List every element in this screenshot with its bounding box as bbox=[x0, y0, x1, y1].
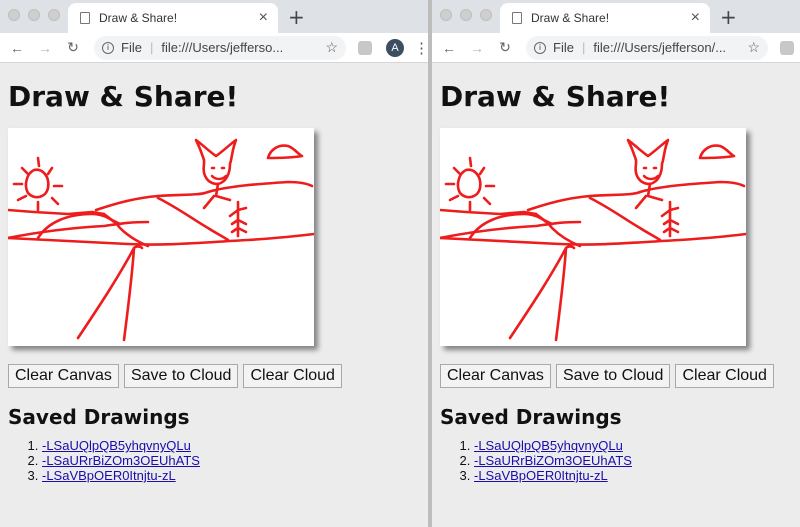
page-title: Draw & Share! bbox=[8, 80, 239, 113]
address-separator: | bbox=[149, 40, 154, 55]
extension-icon[interactable] bbox=[780, 40, 794, 55]
close-icon[interactable]: × bbox=[691, 10, 700, 26]
saved-drawing-link[interactable]: -LSaURrBiZOm3OEUhATS bbox=[474, 453, 632, 468]
tab-draw-share[interactable]: Draw & Share! × bbox=[68, 3, 278, 33]
browser-window-left: Draw & Share! × + ← → ↻ i File | file://… bbox=[0, 0, 428, 527]
list-item: -LSaUQlpQB5yhqvnyQLu bbox=[42, 438, 428, 453]
address-bar[interactable]: i File | file:///Users/jefferso... ☆ bbox=[94, 35, 346, 60]
list-item: -LSaURrBiZOm3OEUhATS bbox=[42, 453, 428, 468]
saved-drawings-heading: Saved Drawings bbox=[440, 405, 622, 429]
list-item: -LSaURrBiZOm3OEUhATS bbox=[474, 453, 800, 468]
browser-toolbar: ← → ↻ i File | file:///Users/jefferson/.… bbox=[432, 33, 800, 63]
drawing-canvas[interactable] bbox=[440, 128, 746, 346]
star-icon[interactable]: ☆ bbox=[739, 39, 760, 56]
close-window-button[interactable] bbox=[440, 9, 452, 21]
list-item: -LSaUQlpQB5yhqvnyQLu bbox=[474, 438, 800, 453]
star-icon[interactable]: ☆ bbox=[317, 39, 338, 56]
tab-draw-share[interactable]: Draw & Share! × bbox=[500, 3, 710, 33]
address-separator: | bbox=[581, 40, 586, 55]
clear-cloud-button[interactable]: Clear Cloud bbox=[675, 364, 774, 388]
saved-drawing-link[interactable]: -LSaUQlpQB5yhqvnyQLu bbox=[42, 438, 191, 453]
list-item: -LSaVBpOER0Itnjtu-zL bbox=[474, 468, 800, 483]
page-title: Draw & Share! bbox=[440, 80, 671, 113]
address-bar[interactable]: i File | file:///Users/jefferson/... ☆ bbox=[526, 35, 768, 60]
close-window-button[interactable] bbox=[8, 9, 20, 21]
browser-window-right: Draw & Share! × + ← → ↻ i File | file://… bbox=[432, 0, 800, 527]
close-icon[interactable]: × bbox=[259, 10, 268, 26]
address-url: file:///Users/jefferso... bbox=[161, 40, 284, 55]
drawing-sketch bbox=[440, 138, 746, 342]
zoom-window-button[interactable] bbox=[480, 9, 492, 21]
extension-icon[interactable] bbox=[358, 40, 372, 55]
saved-drawings-heading: Saved Drawings bbox=[8, 405, 190, 429]
document-icon bbox=[80, 12, 90, 24]
info-icon[interactable]: i bbox=[102, 41, 114, 54]
list-item: -LSaVBpOER0Itnjtu-zL bbox=[42, 468, 428, 483]
plus-icon[interactable]: + bbox=[288, 5, 305, 29]
clear-canvas-button[interactable]: Clear Canvas bbox=[8, 364, 119, 388]
clear-canvas-button[interactable]: Clear Canvas bbox=[440, 364, 551, 388]
kebab-menu-icon[interactable]: ⋮ bbox=[414, 39, 428, 57]
window-controls bbox=[440, 9, 492, 21]
plus-icon[interactable]: + bbox=[720, 5, 737, 29]
tab-strip: Draw & Share! × + bbox=[0, 0, 428, 33]
browser-toolbar: ← → ↻ i File | file:///Users/jefferso...… bbox=[0, 33, 428, 63]
page-content: Draw & Share! Clear Canvas Save to Cloud… bbox=[432, 63, 800, 483]
saved-drawing-link[interactable]: -LSaURrBiZOm3OEUhATS bbox=[42, 453, 200, 468]
saved-drawings-list: -LSaUQlpQB5yhqvnyQLu -LSaURrBiZOm3OEUhAT… bbox=[8, 438, 428, 483]
saved-drawing-link[interactable]: -LSaVBpOER0Itnjtu-zL bbox=[474, 468, 608, 483]
saved-drawing-link[interactable]: -LSaUQlpQB5yhqvnyQLu bbox=[474, 438, 623, 453]
address-scheme: File bbox=[553, 40, 574, 55]
reload-icon[interactable]: ↻ bbox=[494, 39, 516, 56]
arrow-right-icon[interactable]: → bbox=[466, 40, 488, 56]
drawing-canvas[interactable] bbox=[8, 128, 314, 346]
address-scheme: File bbox=[121, 40, 142, 55]
clear-cloud-button[interactable]: Clear Cloud bbox=[243, 364, 342, 388]
drawing-sketch bbox=[8, 138, 314, 342]
window-controls bbox=[8, 9, 60, 21]
arrow-left-icon[interactable]: ← bbox=[6, 40, 28, 56]
saved-drawing-link[interactable]: -LSaVBpOER0Itnjtu-zL bbox=[42, 468, 176, 483]
profile-avatar[interactable]: A bbox=[386, 38, 404, 57]
zoom-window-button[interactable] bbox=[48, 9, 60, 21]
action-buttons: Clear Canvas Save to Cloud Clear Cloud bbox=[8, 364, 428, 388]
save-to-cloud-button[interactable]: Save to Cloud bbox=[123, 364, 239, 388]
tab-title: Draw & Share! bbox=[531, 11, 610, 25]
action-buttons: Clear Canvas Save to Cloud Clear Cloud bbox=[440, 364, 800, 388]
arrow-left-icon[interactable]: ← bbox=[438, 40, 460, 56]
address-url: file:///Users/jefferson/... bbox=[593, 40, 727, 55]
save-to-cloud-button[interactable]: Save to Cloud bbox=[555, 364, 671, 388]
page-content: Draw & Share! Clear Canvas Save to Cloud… bbox=[0, 63, 428, 483]
minimize-window-button[interactable] bbox=[28, 9, 40, 21]
tab-title: Draw & Share! bbox=[99, 11, 178, 25]
reload-icon[interactable]: ↻ bbox=[62, 39, 84, 56]
tab-strip: Draw & Share! × + bbox=[432, 0, 800, 33]
minimize-window-button[interactable] bbox=[460, 9, 472, 21]
saved-drawings-list: -LSaUQlpQB5yhqvnyQLu -LSaURrBiZOm3OEUhAT… bbox=[440, 438, 800, 483]
info-icon[interactable]: i bbox=[534, 41, 546, 54]
arrow-right-icon[interactable]: → bbox=[34, 40, 56, 56]
document-icon bbox=[512, 12, 522, 24]
